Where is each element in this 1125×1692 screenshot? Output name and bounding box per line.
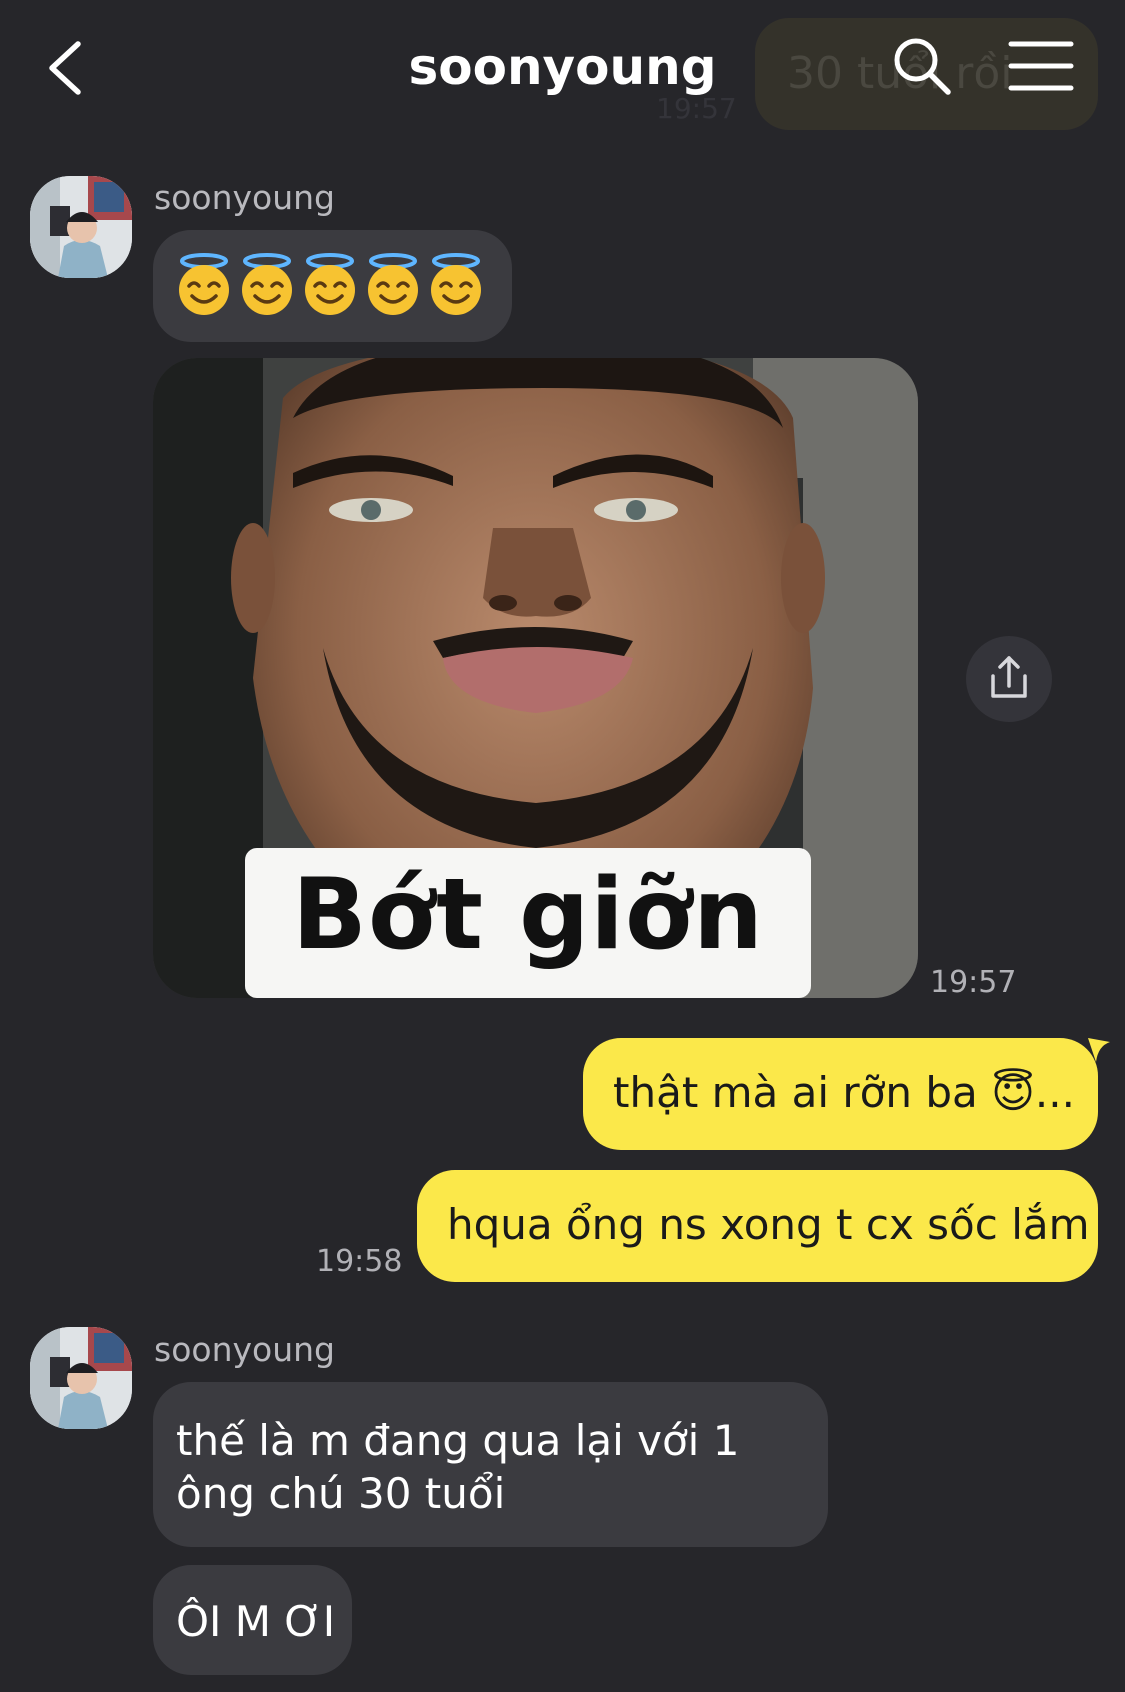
previous-message-time: 19:57 <box>656 92 737 125</box>
menu-button[interactable] <box>1008 38 1074 94</box>
incoming-message-bubble[interactable]: ÔI M ƠI <box>153 1565 352 1675</box>
chat-title: soonyoung <box>408 38 717 96</box>
incoming-message-text: thế là m đang qua lại với 1 ông chú 30 t… <box>176 1416 740 1518</box>
sender-avatar[interactable] <box>30 176 132 278</box>
incoming-message-bubble[interactable]: thế là m đang qua lại với 1 ông chú 30 t… <box>153 1382 828 1547</box>
smiling-face-with-halo-icon <box>368 253 418 315</box>
message-time: 19:57 <box>930 965 1017 1000</box>
share-upload-icon <box>991 656 1027 698</box>
outgoing-message-text: hqua ổng ns xong t cx sốc lắm <box>447 1200 1090 1249</box>
sender-avatar[interactable] <box>30 1327 132 1429</box>
sender-name: soonyoung <box>154 178 335 217</box>
smiling-face-with-halo-icon <box>242 253 292 315</box>
bubble-tail <box>1088 1038 1110 1062</box>
outgoing-message-text: thật mà ai rỡn ba 😇... <box>613 1068 1075 1117</box>
sender-name: soonyoung <box>154 1330 335 1369</box>
emoji-message-bubble[interactable] <box>153 230 512 342</box>
photo-caption: Bớt giỡn <box>292 858 764 972</box>
smiling-face-with-halo-icon <box>179 253 229 315</box>
smiling-face-with-halo-icon <box>431 253 481 315</box>
photo-message[interactable]: Bớt giỡn <box>153 358 918 998</box>
outgoing-message-bubble[interactable]: hqua ổng ns xong t cx sốc lắm <box>417 1170 1098 1282</box>
search-button[interactable] <box>890 34 954 98</box>
smiling-face-with-halo-icon <box>305 253 355 315</box>
message-time: 19:58 <box>316 1244 403 1279</box>
search-icon <box>894 38 951 95</box>
hamburger-menu-icon <box>1008 41 1074 91</box>
outgoing-message-bubble[interactable]: thật mà ai rỡn ba 😇... <box>583 1038 1098 1150</box>
share-button[interactable] <box>966 636 1052 722</box>
incoming-message-text: ÔI M ƠI <box>176 1597 336 1646</box>
